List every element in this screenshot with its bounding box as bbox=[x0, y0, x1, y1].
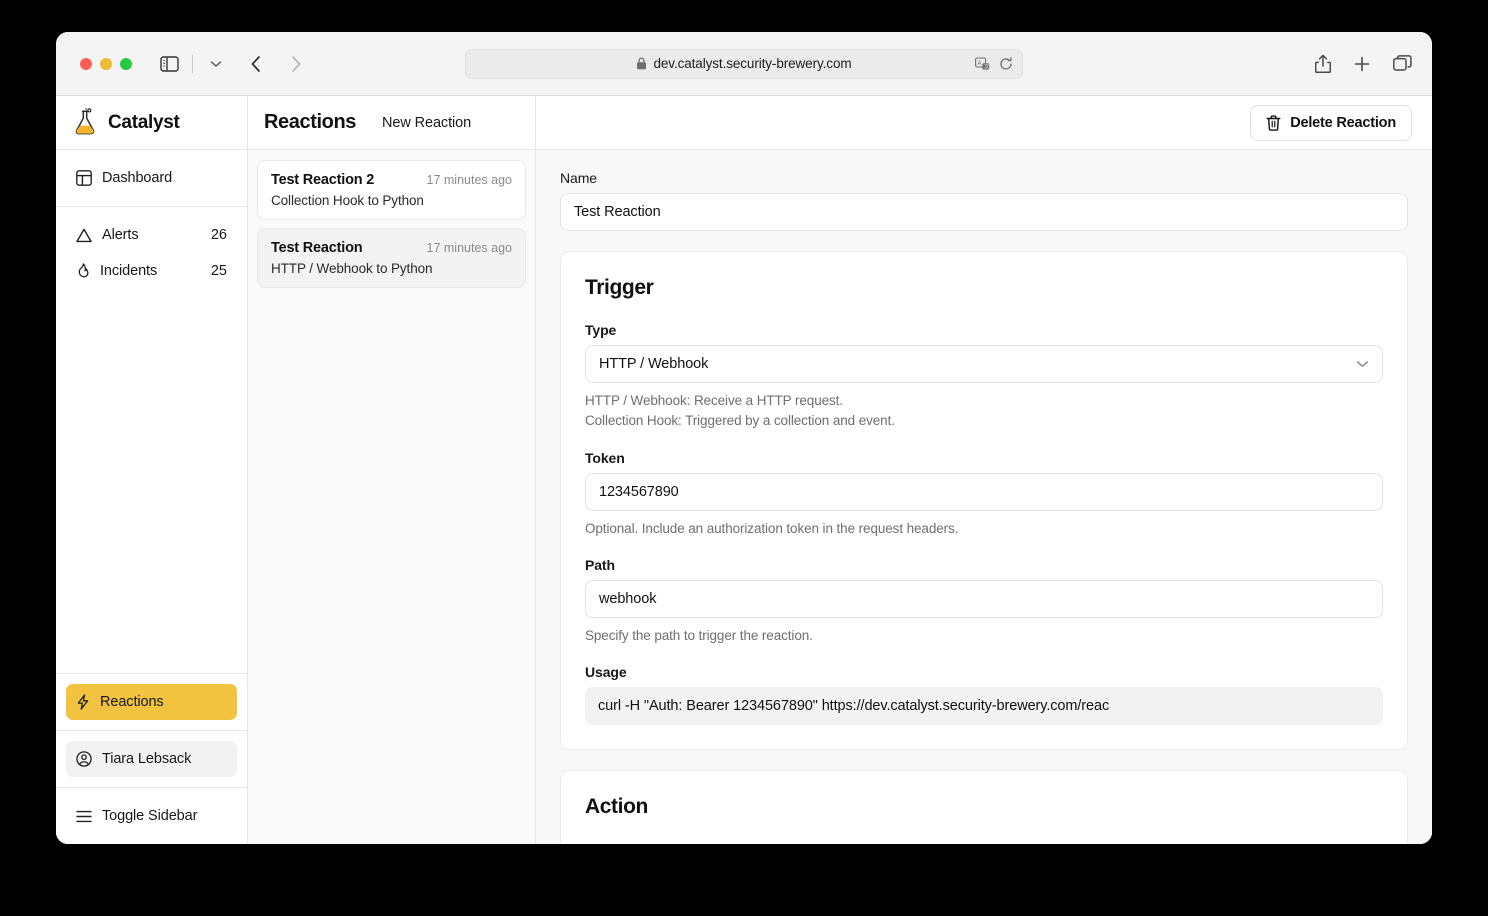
sidebar-item-dashboard[interactable]: Dashboard bbox=[66, 160, 237, 196]
reaction-list-header: Reactions New Reaction bbox=[248, 96, 535, 150]
type-hint: HTTP / Webhook: Receive a HTTP request. … bbox=[585, 391, 1383, 432]
new-reaction-button[interactable]: New Reaction bbox=[382, 115, 471, 131]
sidebar-item-incidents[interactable]: Incidents 25 bbox=[66, 253, 237, 289]
toolbar-divider bbox=[192, 54, 193, 73]
sidebar-toggle-section: Toggle Sidebar bbox=[56, 787, 247, 844]
path-input[interactable]: webhook bbox=[585, 579, 1383, 618]
flask-logo-icon bbox=[72, 107, 98, 138]
sidebar-user-section: Tiara Lebsack bbox=[56, 730, 247, 787]
type-label: Type bbox=[585, 322, 617, 338]
list-item[interactable]: Test Reaction 2 17 minutes ago Collectio… bbox=[257, 160, 526, 220]
flame-icon bbox=[76, 263, 90, 279]
app-container: Catalyst Dashboard Alerts 26 Incidents 2… bbox=[56, 96, 1432, 844]
type-hint-line-1: HTTP / Webhook: Receive a HTTP request. bbox=[585, 393, 843, 408]
main-scroll-area[interactable]: Name Test Reaction Trigger Type HTTP / W… bbox=[536, 150, 1432, 844]
sidebar-items-section: Alerts 26 Incidents 25 bbox=[56, 207, 247, 299]
alerts-count: 26 bbox=[210, 227, 227, 243]
token-label: Token bbox=[585, 449, 625, 466]
sidebar-primary-section: Dashboard bbox=[56, 150, 247, 207]
name-label: Name bbox=[560, 170, 597, 186]
sidebar-item-toggle-sidebar[interactable]: Toggle Sidebar bbox=[66, 798, 237, 834]
trigger-title: Trigger bbox=[585, 276, 654, 299]
close-window-button[interactable] bbox=[80, 57, 92, 70]
sidebar-item-label: Incidents bbox=[100, 263, 158, 279]
action-card: Action bbox=[560, 770, 1408, 844]
sidebar-item-label: Alerts bbox=[102, 227, 139, 243]
dashboard-icon bbox=[76, 170, 92, 186]
sidebar-item-label: Reactions bbox=[100, 694, 164, 710]
forward-arrow-icon[interactable] bbox=[281, 49, 311, 79]
type-field-group: Type HTTP / Webhook HTTP / Webhook: Rece… bbox=[585, 322, 1383, 432]
usage-label: Usage bbox=[585, 664, 627, 680]
path-hint: Specify the path to trigger the reaction… bbox=[585, 627, 813, 643]
sidebar-item-reactions[interactable]: Reactions bbox=[66, 684, 237, 720]
usage-field-group: Usage curl -H "Auth: Bearer 1234567890" … bbox=[585, 664, 1383, 725]
alert-triangle-icon bbox=[76, 228, 92, 243]
path-field-group: Path webhook Specify the path to trigger… bbox=[585, 557, 1383, 646]
trash-icon bbox=[1266, 114, 1281, 131]
token-hint: Optional. Include an authorization token… bbox=[585, 520, 959, 536]
address-bar-container: dev.catalyst.security-brewery.com A 文 bbox=[465, 48, 1023, 79]
user-circle-icon bbox=[76, 751, 92, 767]
chevron-down-icon bbox=[1356, 360, 1369, 368]
back-arrow-icon[interactable] bbox=[241, 49, 271, 79]
share-icon[interactable] bbox=[1315, 54, 1331, 74]
browser-window: dev.catalyst.security-brewery.com A 文 Ca… bbox=[56, 32, 1432, 844]
list-item-name: Test Reaction bbox=[271, 240, 363, 256]
token-input[interactable]: 1234567890 bbox=[585, 472, 1383, 511]
toolbar-right-actions bbox=[1315, 54, 1412, 74]
hamburger-icon bbox=[76, 810, 92, 823]
list-item[interactable]: Test Reaction 17 minutes ago HTTP / Webh… bbox=[257, 228, 526, 288]
type-hint-line-2: Collection Hook: Triggered by a collecti… bbox=[585, 413, 895, 429]
page-title: Reactions bbox=[264, 111, 356, 133]
list-item-name: Test Reaction 2 bbox=[271, 172, 375, 188]
lightning-icon bbox=[76, 694, 90, 710]
incidents-count: 25 bbox=[210, 263, 227, 279]
app-sidebar: Catalyst Dashboard Alerts 26 Incidents 2… bbox=[56, 96, 248, 844]
token-field-group: Token 1234567890 Optional. Include an au… bbox=[585, 450, 1383, 539]
list-item-subtitle: HTTP / Webhook to Python bbox=[271, 261, 433, 276]
path-label: Path bbox=[585, 556, 615, 573]
reload-icon[interactable] bbox=[999, 56, 1013, 71]
brand: Catalyst bbox=[56, 96, 247, 150]
usage-command[interactable]: curl -H "Auth: Bearer 1234567890" https:… bbox=[585, 687, 1383, 725]
tab-overview-icon[interactable] bbox=[1393, 54, 1412, 73]
trigger-card: Trigger Type HTTP / Webhook HTTP / Webho… bbox=[560, 251, 1408, 750]
chevron-down-icon[interactable] bbox=[201, 49, 231, 79]
name-field-group: Name Test Reaction bbox=[560, 170, 1408, 231]
sidebar-item-label: Toggle Sidebar bbox=[102, 808, 198, 824]
list-item-time: 17 minutes ago bbox=[426, 241, 512, 255]
sidebar-reactions-section: Reactions bbox=[56, 673, 247, 730]
list-item-time: 17 minutes ago bbox=[426, 173, 512, 187]
svg-text:文: 文 bbox=[984, 62, 990, 70]
minimize-window-button[interactable] bbox=[100, 57, 112, 70]
main-content: Delete Reaction Name Test Reaction Trigg… bbox=[536, 96, 1432, 844]
translate-icon[interactable]: A 文 bbox=[975, 56, 990, 71]
brand-name: Catalyst bbox=[108, 111, 180, 133]
traffic-lights bbox=[80, 57, 132, 70]
sidebar-item-label: Tiara Lebsack bbox=[102, 751, 192, 767]
delete-reaction-label: Delete Reaction bbox=[1290, 114, 1396, 131]
reaction-list-body: Test Reaction 2 17 minutes ago Collectio… bbox=[248, 150, 535, 298]
plus-icon[interactable] bbox=[1353, 55, 1371, 73]
delete-reaction-button[interactable]: Delete Reaction bbox=[1250, 104, 1412, 141]
list-item-subtitle: Collection Hook to Python bbox=[271, 193, 424, 208]
svg-text:A: A bbox=[977, 59, 982, 66]
maximize-window-button[interactable] bbox=[120, 57, 132, 70]
type-select-value: HTTP / Webhook bbox=[599, 356, 709, 372]
sidebar-item-user[interactable]: Tiara Lebsack bbox=[66, 741, 237, 777]
name-input[interactable]: Test Reaction bbox=[560, 193, 1408, 231]
sidebar-item-label: Dashboard bbox=[102, 170, 173, 186]
url-text: dev.catalyst.security-brewery.com bbox=[653, 56, 852, 71]
reaction-list-panel: Reactions New Reaction Test Reaction 2 1… bbox=[248, 96, 536, 844]
sidebar-toggle-icon[interactable] bbox=[154, 49, 184, 79]
type-select[interactable]: HTTP / Webhook bbox=[585, 345, 1383, 383]
action-title: Action bbox=[585, 795, 648, 818]
lock-icon bbox=[636, 57, 647, 70]
address-bar[interactable]: dev.catalyst.security-brewery.com A 文 bbox=[465, 48, 1023, 79]
sidebar-item-alerts[interactable]: Alerts 26 bbox=[66, 217, 237, 253]
browser-toolbar: dev.catalyst.security-brewery.com A 文 bbox=[56, 32, 1432, 96]
main-header: Delete Reaction bbox=[536, 96, 1432, 150]
